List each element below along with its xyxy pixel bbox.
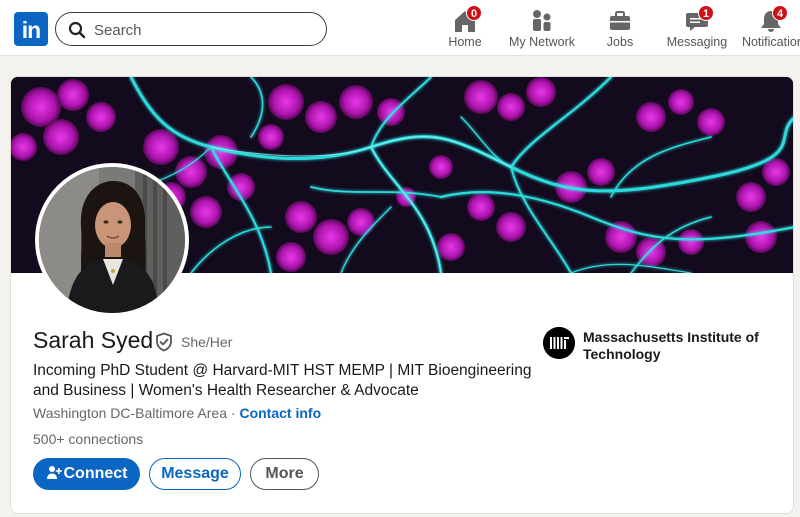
pronouns: She/Her [181, 334, 233, 350]
linkedin-logo[interactable]: in [14, 12, 48, 46]
search-icon [68, 21, 86, 39]
nav-home-label: Home [448, 35, 482, 49]
nav-messaging-label: Messaging [666, 35, 728, 49]
bell-icon: 4 [757, 5, 788, 34]
profile-card: Sarah Syed She/Her Incoming PhD Student … [10, 76, 794, 514]
profile-photo-graphic [39, 167, 185, 313]
messaging-badge: 1 [698, 5, 714, 21]
top-navigation: in 0 Home My Network [0, 0, 800, 56]
organization-name: Massachusetts Institute of Technology [583, 329, 759, 362]
nav-messaging[interactable]: 1 Messaging [666, 5, 728, 52]
home-icon: 0 [451, 5, 482, 34]
nav-notifications-label: Notifications [741, 35, 800, 49]
connect-button[interactable]: Connect [33, 458, 140, 490]
nav-jobs-label: Jobs [606, 35, 634, 49]
search-input[interactable] [94, 19, 314, 41]
nav-notifications[interactable]: 4 Notifications [741, 5, 800, 52]
briefcase-icon [606, 8, 634, 34]
connect-label: Connect [63, 465, 128, 482]
profile-name: Sarah Syed [33, 327, 154, 353]
location-separator: · [227, 405, 240, 421]
nav-home[interactable]: 0 Home [444, 5, 486, 52]
mit-logo-icon [543, 327, 575, 359]
more-button[interactable]: More [250, 458, 319, 490]
notifications-badge: 4 [772, 5, 788, 21]
network-icon [528, 8, 556, 34]
add-person-icon [46, 466, 62, 479]
profile-headline: Incoming PhD Student @ Harvard-MIT HST M… [33, 362, 532, 399]
messaging-icon: 1 [683, 5, 714, 34]
profile-photo[interactable] [35, 163, 189, 317]
search-box[interactable] [55, 12, 327, 46]
nav-jobs[interactable]: Jobs [602, 6, 638, 52]
location-line: Washington DC-Baltimore Area · Contact i… [33, 405, 321, 421]
connections-count: 500+ connections [33, 431, 144, 447]
message-button[interactable]: Message [149, 458, 241, 490]
contact-info-link[interactable]: Contact info [239, 405, 321, 421]
location-text: Washington DC-Baltimore Area [33, 405, 228, 421]
home-badge: 0 [466, 5, 482, 21]
nav-my-network-label: My Network [509, 35, 575, 49]
verified-shield-icon[interactable] [154, 332, 174, 352]
nav-my-network[interactable]: My Network [506, 6, 578, 52]
